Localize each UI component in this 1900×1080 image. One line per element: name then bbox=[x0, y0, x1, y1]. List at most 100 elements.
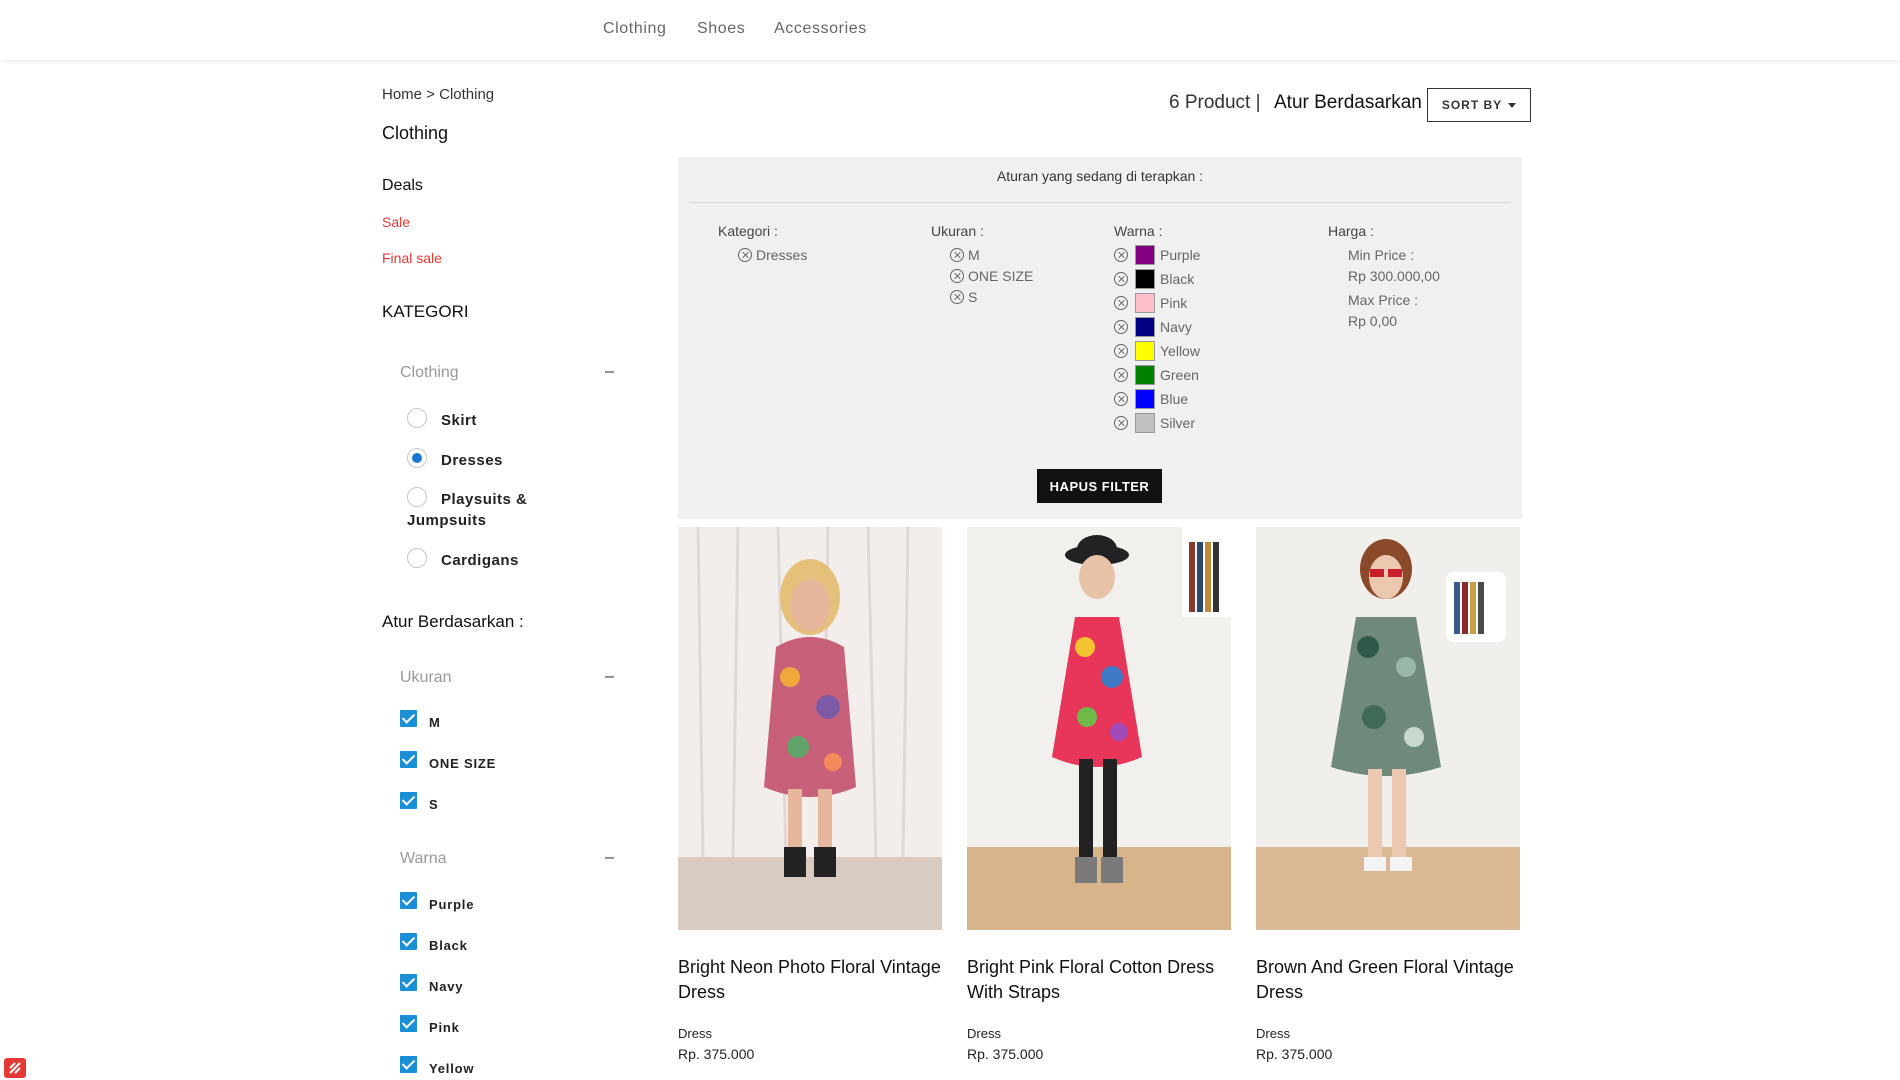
filter-chip-color-black[interactable]: Black bbox=[1114, 269, 1194, 289]
color-swatch bbox=[1135, 293, 1155, 313]
color-swatch bbox=[1135, 317, 1155, 337]
filter-chip-label: Yellow bbox=[1160, 343, 1200, 359]
remove-circle-icon[interactable] bbox=[1114, 296, 1128, 310]
chevron-down-icon bbox=[1508, 102, 1517, 108]
filter-chip-label: Black bbox=[1160, 271, 1195, 287]
remove-circle-icon[interactable] bbox=[950, 290, 964, 304]
stripes-icon bbox=[9, 1062, 21, 1074]
sort-by-label: SORT BY bbox=[1441, 98, 1503, 112]
color-swatch bbox=[1135, 245, 1155, 265]
remove-circle-icon[interactable] bbox=[1114, 344, 1128, 358]
active-filters-panel: Aturan yang sedang di terapkan : Kategor… bbox=[678, 157, 1522, 519]
filter-chip-size-m[interactable]: M bbox=[950, 247, 980, 263]
filter-chip-label: Purple bbox=[1160, 247, 1201, 263]
checkbox-color-black[interactable] bbox=[400, 933, 417, 950]
filter-chip-color-navy[interactable]: Navy bbox=[1114, 317, 1192, 337]
remove-circle-icon[interactable] bbox=[1114, 416, 1128, 430]
radio-playsuits-label[interactable]: Playsuits & bbox=[441, 489, 527, 510]
radio-dresses-label[interactable]: Dresses bbox=[441, 450, 503, 471]
product-name-line: With Straps bbox=[967, 982, 1061, 1002]
product-name-line: Bright Neon Photo Floral Vintage bbox=[678, 957, 941, 977]
checkbox-color-navy-label[interactable]: Navy bbox=[429, 979, 463, 994]
top-navbar: Clothing Shoes Accessories bbox=[0, 0, 1900, 60]
radio-cardigans[interactable] bbox=[407, 548, 427, 568]
nav-shoes-link[interactable]: Shoes bbox=[697, 20, 745, 38]
radio-skirt[interactable] bbox=[407, 408, 427, 428]
min-price-label: Min Price : bbox=[1348, 247, 1415, 263]
clothing-collapse-button[interactable]: – bbox=[605, 363, 614, 381]
filter-chip-label: Dresses bbox=[756, 247, 808, 263]
sort-label: Atur Berdasarkan bbox=[1274, 92, 1422, 113]
remove-circle-icon[interactable] bbox=[1114, 392, 1128, 406]
size-group-label[interactable]: Ukuran bbox=[400, 669, 452, 687]
product-image-2[interactable] bbox=[967, 527, 1231, 930]
product-price-1: Rp. 375.000 bbox=[678, 1046, 755, 1062]
radio-dresses[interactable] bbox=[407, 448, 427, 468]
checkbox-size-onesize[interactable] bbox=[400, 751, 417, 768]
nav-accessories-link[interactable]: Accessories bbox=[774, 20, 867, 38]
clothing-group-label[interactable]: Clothing bbox=[400, 364, 459, 382]
filter-chip-size-s[interactable]: S bbox=[950, 289, 977, 305]
product-type-2: Dress bbox=[967, 1026, 1001, 1041]
filter-chip-color-pink[interactable]: Pink bbox=[1114, 293, 1187, 313]
filter-chip-color-yellow[interactable]: Yellow bbox=[1114, 341, 1200, 361]
filter-chip-dresses[interactable]: Dresses bbox=[738, 247, 807, 263]
final-sale-link[interactable]: Final sale bbox=[382, 250, 442, 266]
remove-circle-icon[interactable] bbox=[1114, 368, 1128, 382]
remove-circle-icon[interactable] bbox=[1114, 272, 1128, 286]
filter-chip-label: Silver bbox=[1160, 415, 1196, 431]
sort-by-dropdown[interactable]: SORT BY bbox=[1427, 88, 1531, 122]
product-name-1[interactable]: Bright Neon Photo Floral Vintage Dress bbox=[678, 955, 942, 1005]
sort-sidebar-heading: Atur Berdasarkan : bbox=[382, 612, 524, 631]
product-name-2[interactable]: Bright Pink Floral Cotton Dress With Str… bbox=[967, 955, 1231, 1005]
product-name-line: Bright Pink Floral Cotton Dress bbox=[967, 957, 1215, 977]
filter-warna-title: Warna : bbox=[1114, 223, 1163, 239]
checkbox-color-pink-label[interactable]: Pink bbox=[429, 1020, 460, 1035]
checkbox-size-s-label[interactable]: S bbox=[429, 797, 438, 812]
product-image-1[interactable] bbox=[678, 527, 942, 930]
filter-chip-color-purple[interactable]: Purple bbox=[1114, 245, 1200, 265]
checkbox-color-purple-label[interactable]: Purple bbox=[429, 897, 474, 912]
nav-clothing-link[interactable]: Clothing bbox=[603, 20, 667, 38]
notification-badge-icon[interactable] bbox=[4, 1058, 26, 1078]
filter-chip-label: Pink bbox=[1160, 295, 1188, 311]
radio-skirt-label[interactable]: Skirt bbox=[441, 410, 477, 431]
filter-chip-color-silver[interactable]: Silver bbox=[1114, 413, 1195, 433]
filter-chip-size-onesize[interactable]: ONE SIZE bbox=[950, 268, 1033, 284]
product-image-3[interactable] bbox=[1256, 527, 1520, 930]
product-name-3[interactable]: Brown And Green Floral Vintage Dress bbox=[1256, 955, 1520, 1005]
color-group-label[interactable]: Warna bbox=[400, 850, 447, 868]
checkbox-color-purple[interactable] bbox=[400, 892, 417, 909]
remove-circle-icon[interactable] bbox=[950, 269, 964, 283]
filter-harga-title: Harga : bbox=[1328, 223, 1374, 239]
radio-playsuits[interactable] bbox=[407, 487, 427, 507]
filter-chip-color-blue[interactable]: Blue bbox=[1114, 389, 1188, 409]
checkbox-size-s[interactable] bbox=[400, 792, 417, 809]
filter-ukuran-title: Ukuran : bbox=[931, 223, 984, 239]
remove-circle-icon[interactable] bbox=[738, 248, 752, 262]
checkbox-color-yellow[interactable] bbox=[400, 1056, 417, 1073]
color-swatch bbox=[1135, 389, 1155, 409]
radio-playsuits-label-line2[interactable]: Jumpsuits bbox=[407, 510, 487, 531]
remove-circle-icon[interactable] bbox=[1114, 320, 1128, 334]
max-price-label: Max Price : bbox=[1348, 292, 1419, 308]
product-count: 6 Product | bbox=[1169, 92, 1261, 113]
checkbox-size-m[interactable] bbox=[400, 710, 417, 727]
breadcrumb[interactable]: Home > Clothing bbox=[382, 86, 494, 103]
remove-circle-icon[interactable] bbox=[950, 248, 964, 262]
radio-cardigans-label[interactable]: Cardigans bbox=[441, 550, 519, 571]
checkbox-size-onesize-label[interactable]: ONE SIZE bbox=[429, 756, 496, 771]
product-price-2: Rp. 375.000 bbox=[967, 1046, 1044, 1062]
remove-circle-icon[interactable] bbox=[1114, 248, 1128, 262]
checkbox-size-m-label[interactable]: M bbox=[429, 715, 441, 730]
color-collapse-button[interactable]: – bbox=[605, 849, 614, 867]
checkbox-color-pink[interactable] bbox=[400, 1015, 417, 1032]
product-name-line: Dress bbox=[1256, 982, 1304, 1002]
filter-chip-color-green[interactable]: Green bbox=[1114, 365, 1199, 385]
checkbox-color-navy[interactable] bbox=[400, 974, 417, 991]
sale-link[interactable]: Sale bbox=[382, 214, 410, 230]
checkbox-color-black-label[interactable]: Black bbox=[429, 938, 468, 953]
checkbox-color-yellow-label[interactable]: Yellow bbox=[429, 1061, 474, 1076]
clear-filter-button[interactable]: HAPUS FILTER bbox=[1037, 469, 1162, 503]
size-collapse-button[interactable]: – bbox=[605, 668, 614, 686]
